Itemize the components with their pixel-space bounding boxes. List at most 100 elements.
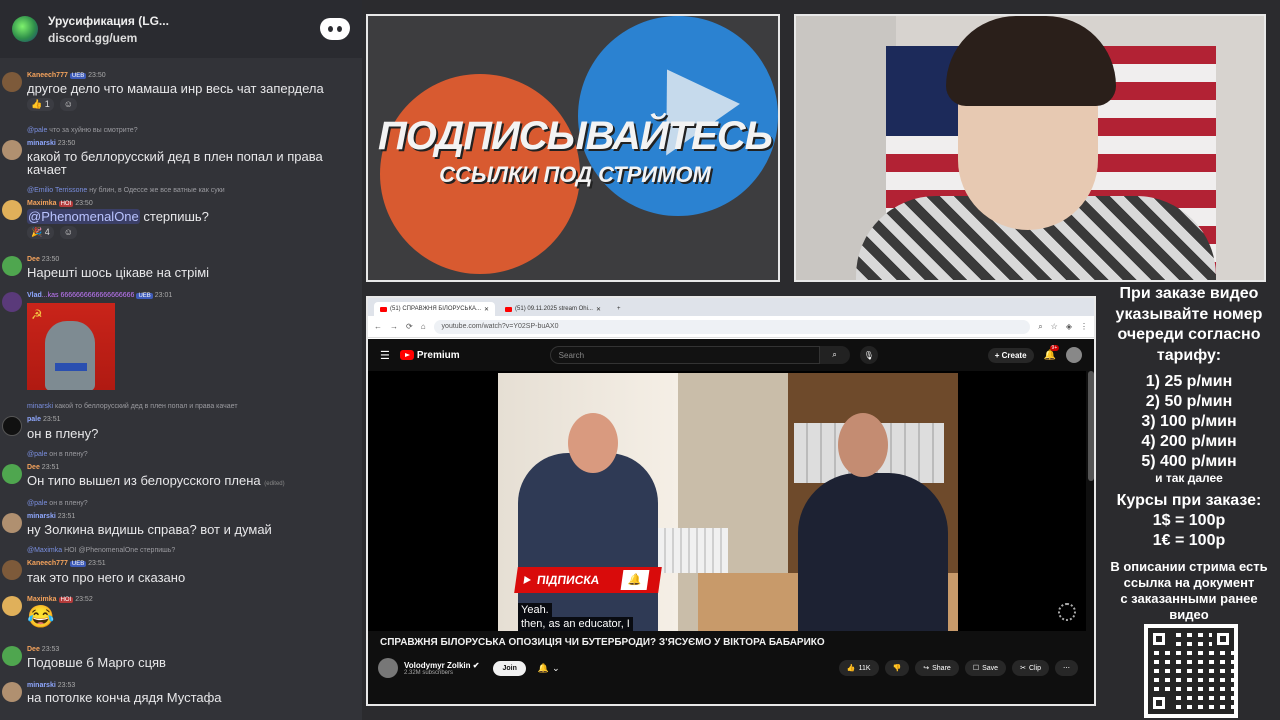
channel-name[interactable]: Volodymyr Zolkin ✔ (404, 661, 479, 670)
video-actions: 👍 11K 👎 ↪ Share ☐ Save ✂ Clip ⋯ (838, 660, 1078, 676)
timestamp: 23:51 (88, 560, 106, 567)
avatar (2, 416, 22, 436)
qr-eye (1148, 692, 1170, 714)
back-icon[interactable]: ← (374, 322, 382, 331)
message-text: Подовше б Марго сцяв (27, 655, 166, 670)
save-button[interactable]: ☐ Save (964, 660, 1007, 676)
tier-5: 5) 400 р/мин (1141, 453, 1237, 470)
browser-window: (51) СПРАВЖНЯ БІЛОРУСЬКА... ✕ (51) 09.11… (366, 296, 1096, 706)
save-icon: ☐ (972, 665, 980, 672)
more-button[interactable]: ⋯ (1055, 660, 1078, 676)
channel-avatar[interactable] (378, 658, 398, 678)
home-icon[interactable]: ⌂ (421, 322, 426, 331)
chat-header: Урусификация (LG... discord.gg/uem (0, 0, 362, 58)
bell-overlay-icon: 🔔 (620, 570, 650, 590)
message-text: Он типо вышел из белорусского плена (edi… (27, 473, 285, 488)
clip-button[interactable]: ✂ Clip (1012, 660, 1049, 676)
subscriber-count: 2.32M subscribers (404, 669, 454, 676)
youtube-header: ☰ Premium Search ⌕ 🎙 + Create 🔔 9+ (368, 339, 1094, 371)
message-meta: minarski 23:50 (27, 140, 75, 147)
forward-icon[interactable]: → (390, 322, 398, 331)
search-icon[interactable]: ⌕ (819, 346, 850, 364)
bell-icon: 🔔 (537, 662, 550, 673)
video-player[interactable]: ПІДПИСКА 🔔 Yeah. then, as an educator, I (368, 371, 1086, 631)
reply-preview[interactable]: minarski какой то беллорусский дед в пле… (27, 403, 238, 410)
server-invite[interactable]: discord.gg/uem (48, 31, 169, 45)
reply-preview[interactable]: @pale он в плену? (27, 451, 88, 458)
message-meta: minarski 23:51 (27, 513, 75, 520)
rates-heading: Курсы при заказе: (1116, 492, 1262, 509)
menu-icon[interactable]: ⋮ (1080, 322, 1088, 331)
message-meta: Kaneech777 UEB 23:51 (27, 560, 106, 567)
join-button[interactable]: Join (493, 660, 526, 676)
subtitles: Yeah. then, as an educator, I (518, 603, 633, 631)
thumbs-up-icon: 👍 (846, 665, 856, 672)
message-meta: Maximka HOI 23:52 (27, 596, 93, 603)
bookmark-icon[interactable]: ☆ (1051, 322, 1058, 331)
notifications-icon[interactable]: 🔔 9+ (1044, 344, 1060, 361)
tab-youtube-stream[interactable]: (51) 09.11.2025 stream Ohi... ✕ (499, 302, 607, 316)
reply-preview[interactable]: @pale он в плену? (27, 500, 88, 507)
zoom-icon[interactable]: ⌕ (1038, 322, 1042, 332)
username[interactable]: minarski (27, 513, 56, 520)
subscribed-bell-button[interactable]: 🔔 ⌄ (538, 663, 560, 674)
extensions-icon[interactable]: ◈ (1066, 322, 1072, 331)
url-field[interactable]: youtube.com/watch?v=Y02SP-buAX0 (433, 319, 1031, 334)
caption-line: Yeah. (518, 603, 552, 617)
avatar (2, 140, 22, 160)
promo-banner: ПОДПИСЫВАЙТЕСЬ ССЫЛКИ ПОД СТРИМОМ (366, 14, 780, 282)
message-text: какой то беллорусский дед в плен попал и… (27, 149, 323, 164)
reply-preview[interactable]: @Emilio Terrissone ну блин, в Одессе же … (27, 187, 225, 194)
mention[interactable]: @PhenomenalOne (27, 209, 140, 224)
create-button[interactable]: + Create (987, 347, 1034, 363)
tab-youtube-active[interactable]: (51) СПРАВЖНЯ БІЛОРУСЬКА... ✕ (374, 302, 496, 316)
message-text: другое дело что мамаша инр весь чат запе… (27, 81, 324, 96)
like-button[interactable]: 👍 11K (838, 660, 879, 676)
youtube-logo[interactable]: Premium (399, 350, 460, 361)
avatar (2, 560, 22, 580)
reaction[interactable]: 🎉 4 (27, 226, 54, 239)
scrollbar[interactable] (1088, 371, 1094, 481)
message-text: ну Золкина видишь справа? вот и думай (27, 522, 272, 537)
video-title: СПРАВЖНЯ БІЛОРУСЬКА ОПОЗИЦІЯ ЧИ БУТЕРБРО… (380, 637, 825, 648)
dislike-button[interactable]: 👎 (884, 660, 910, 676)
username[interactable]: Dee (27, 256, 40, 263)
search-input[interactable]: Search (549, 346, 820, 364)
avatar (2, 256, 22, 276)
username[interactable]: pale (27, 416, 41, 423)
chat-image-attachment[interactable]: ☭ (27, 303, 115, 390)
timestamp: 23:50 (41, 256, 60, 263)
message-meta: Maximka HOI 23:50 (27, 200, 93, 207)
username[interactable]: Kaneech777 (27, 560, 68, 567)
username[interactable]: Maximka (27, 596, 57, 603)
username[interactable]: minarski (27, 682, 56, 689)
promo-title: ПОДПИСЫВАЙТЕСЬ (377, 114, 773, 158)
username[interactable]: Maximka (27, 200, 57, 207)
mic-icon[interactable]: 🎙 (859, 346, 878, 364)
account-avatar[interactable] (1066, 347, 1082, 363)
add-reaction-icon[interactable]: ☺ (59, 226, 77, 239)
new-tab-button[interactable]: + (611, 302, 627, 316)
add-reaction-icon[interactable]: ☺ (59, 98, 77, 111)
reply-preview[interactable]: @pale что за хуйню вы смотрите? (27, 127, 138, 134)
username[interactable]: Dee (27, 646, 40, 653)
reply-preview[interactable]: @Maximka HOI @PhenomenalOne стерпишь? (27, 547, 175, 554)
reaction[interactable]: 👍 1 (27, 98, 54, 111)
avatar (2, 72, 22, 92)
timestamp: 23:50 (57, 140, 76, 147)
tier-2: 2) 50 р/мин (1145, 393, 1233, 410)
message-text: качает (27, 162, 67, 177)
message-meta: Vlad...kas 6666666666666666666 UEB 23:01 (27, 292, 173, 299)
avatar (2, 200, 22, 220)
share-button[interactable]: ↪ Share (915, 660, 959, 676)
username[interactable]: Vlad (27, 292, 42, 299)
qr-pattern (1148, 628, 1234, 714)
username[interactable]: Dee (27, 464, 40, 471)
hamburger-icon[interactable]: ☰ (380, 349, 390, 362)
username[interactable]: minarski (27, 140, 56, 147)
tab-strip: (51) СПРАВЖНЯ БІЛОРУСЬКА... ✕ (51) 09.11… (368, 298, 1094, 316)
video-person-right-head (838, 413, 888, 477)
username[interactable]: Kaneech777 (27, 72, 68, 79)
reload-icon[interactable]: ⟳ (406, 322, 413, 331)
loading-spinner-icon (1058, 603, 1076, 621)
